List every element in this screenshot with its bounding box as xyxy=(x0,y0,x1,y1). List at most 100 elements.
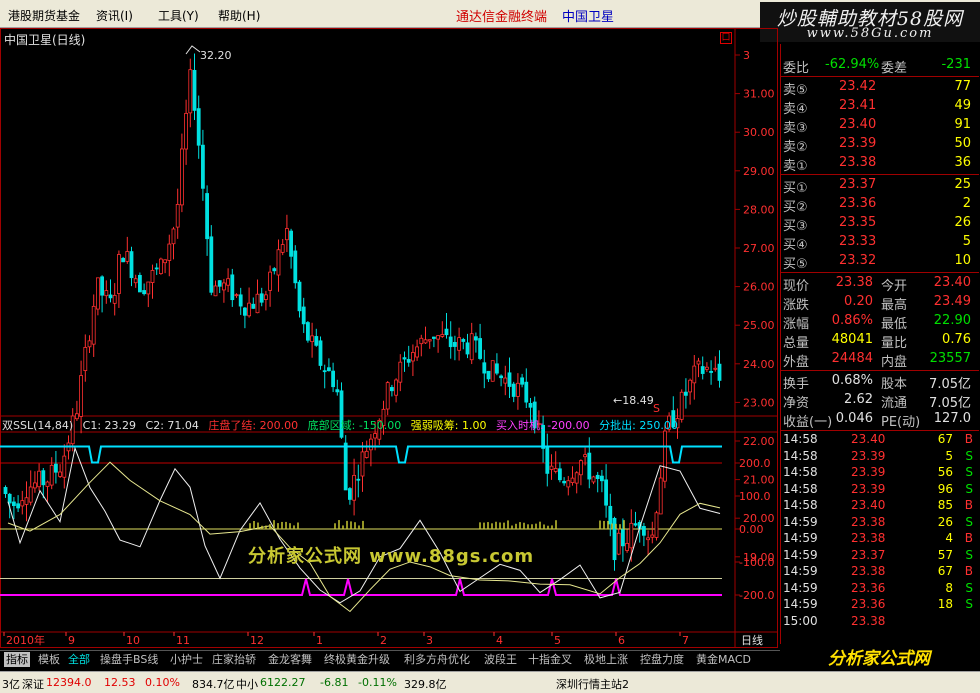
candle-body xyxy=(440,334,445,337)
tab-7[interactable]: 终极黄金升级 xyxy=(322,652,392,667)
menu-hk-futures[interactable]: 港股期货基金 xyxy=(8,7,80,24)
ind-l3: 强弱吸筹: 1.00 xyxy=(410,419,487,432)
tick-row: 14:58 23.39 56 S xyxy=(781,465,979,481)
candle-body xyxy=(457,337,462,351)
chart-area[interactable]: 3 31.00 30.00 29.00 28.00 27.00 26.00 25.00 24.0… xyxy=(0,28,778,648)
tab-9[interactable]: 波段王 xyxy=(482,652,519,667)
candle-body xyxy=(410,352,415,362)
tick-volume: 57 xyxy=(937,547,953,562)
stat-value-2: 23557 xyxy=(929,351,971,366)
separator xyxy=(781,76,979,77)
tick-volume: 26 xyxy=(937,514,953,529)
app-title: 通达信金融终端 xyxy=(456,10,548,25)
high-label: 32.20 xyxy=(200,49,232,62)
stat-value: 0.20 xyxy=(844,294,873,309)
menu-info[interactable]: 资讯(I) xyxy=(96,7,133,24)
bid-row: 买① 23.37 25 xyxy=(781,176,979,196)
stat-value-2: 23.49 xyxy=(933,294,971,309)
candle-body xyxy=(494,363,499,374)
ask-price: 23.38 xyxy=(839,155,877,170)
ind-tick-label: 200.0 xyxy=(739,457,771,470)
tab-13[interactable]: 黄金MACD xyxy=(694,652,753,667)
fund-label: 净资 xyxy=(783,396,810,411)
candle-body xyxy=(83,347,88,371)
candle-body xyxy=(688,379,692,393)
status-station[interactable]: 深圳行情主站2 xyxy=(556,676,629,692)
candle-body xyxy=(100,276,104,296)
tab-1[interactable]: 模板 xyxy=(36,652,62,667)
candle-body xyxy=(305,322,310,341)
stat-value: 23.38 xyxy=(835,275,873,290)
tab-5[interactable]: 庄家抬轿 xyxy=(210,652,258,667)
candle-body xyxy=(16,503,21,509)
tick-price: 23.38 xyxy=(851,564,886,578)
tick-volume: 18 xyxy=(937,597,953,611)
candle-body xyxy=(600,475,604,482)
date-label: 9 xyxy=(68,634,75,647)
tick-price: 23.36 xyxy=(851,597,886,611)
fund-label-2: 流通 xyxy=(881,396,908,411)
ask-row: 卖⑤ 23.42 77 xyxy=(781,78,979,98)
candle-body xyxy=(263,294,268,300)
candle-body xyxy=(184,112,189,150)
candle-body xyxy=(221,282,226,291)
tab-10[interactable]: 十指金叉 xyxy=(526,652,574,667)
ind-name[interactable]: 双SSL(14,84) xyxy=(2,419,73,432)
bid-volume: 25 xyxy=(954,177,971,192)
candle-body xyxy=(574,472,579,484)
candle-body xyxy=(167,243,172,261)
candle-body xyxy=(503,377,508,384)
bid-row: 买② 23.36 2 xyxy=(781,195,979,215)
ask-label: 卖② xyxy=(783,140,808,155)
menu-tools[interactable]: 工具(Y) xyxy=(158,7,199,24)
tab-11[interactable]: 极地上涨 xyxy=(582,652,630,667)
candle-body xyxy=(289,230,294,257)
candle-body xyxy=(259,293,264,303)
tick-side: B xyxy=(964,564,973,578)
candle-body xyxy=(713,367,718,370)
tick-volume: 8 xyxy=(945,580,953,595)
indicator-legend: 双SSL(14,84) C1: 23.29 C2: 71.04 庄盘了结: 20… xyxy=(2,417,684,432)
tick-side: B xyxy=(964,498,973,512)
candle-body xyxy=(347,488,352,500)
chart-option-box[interactable]: 口 xyxy=(720,32,732,44)
tab-6[interactable]: 金龙客舞 xyxy=(266,652,314,667)
tick-price: 23.39 xyxy=(851,448,886,463)
candle-body xyxy=(79,375,83,417)
menu-help[interactable]: 帮助(H) xyxy=(218,7,260,24)
candle-body xyxy=(28,486,33,503)
ind-c2: C2: 71.04 xyxy=(145,419,199,432)
candle-body xyxy=(209,236,214,293)
tab-2[interactable]: 全部 xyxy=(66,652,92,667)
candle-body xyxy=(448,336,453,348)
tick-time: 14:59 xyxy=(783,514,818,529)
candle-body xyxy=(112,294,117,304)
candle-body xyxy=(272,268,277,272)
stat-label-2: 内盘 xyxy=(881,355,908,370)
tab-3[interactable]: 操盘手BS线 xyxy=(98,652,160,667)
bid-volume: 26 xyxy=(954,215,971,230)
tick-side: S xyxy=(965,580,973,595)
candle-body xyxy=(465,342,470,355)
fund-row: 换手 0.68% 股本 7.05亿 xyxy=(781,372,979,392)
candle-body xyxy=(473,336,478,341)
candle-body xyxy=(658,477,663,515)
tab-0[interactable]: 指标 xyxy=(4,652,30,667)
candle-body xyxy=(679,391,684,420)
tab-8[interactable]: 利多方舟优化 xyxy=(402,652,472,667)
candle-body xyxy=(692,365,697,384)
tab-4[interactable]: 小护士 xyxy=(168,652,205,667)
candle-body xyxy=(133,278,138,284)
candle-body xyxy=(646,537,650,541)
tick-volume: 56 xyxy=(937,465,953,479)
date-label: 2 xyxy=(380,634,387,647)
price-tick-label: 24.00 xyxy=(743,358,775,371)
tick-volume: 96 xyxy=(937,481,953,496)
candle-body xyxy=(444,328,449,336)
price-tick-label: 29.00 xyxy=(743,165,775,178)
candle-body xyxy=(431,336,436,339)
candle-body xyxy=(650,534,655,538)
candle-body xyxy=(213,285,218,297)
candle-body xyxy=(499,375,504,379)
tab-12[interactable]: 控盘力度 xyxy=(638,652,686,667)
